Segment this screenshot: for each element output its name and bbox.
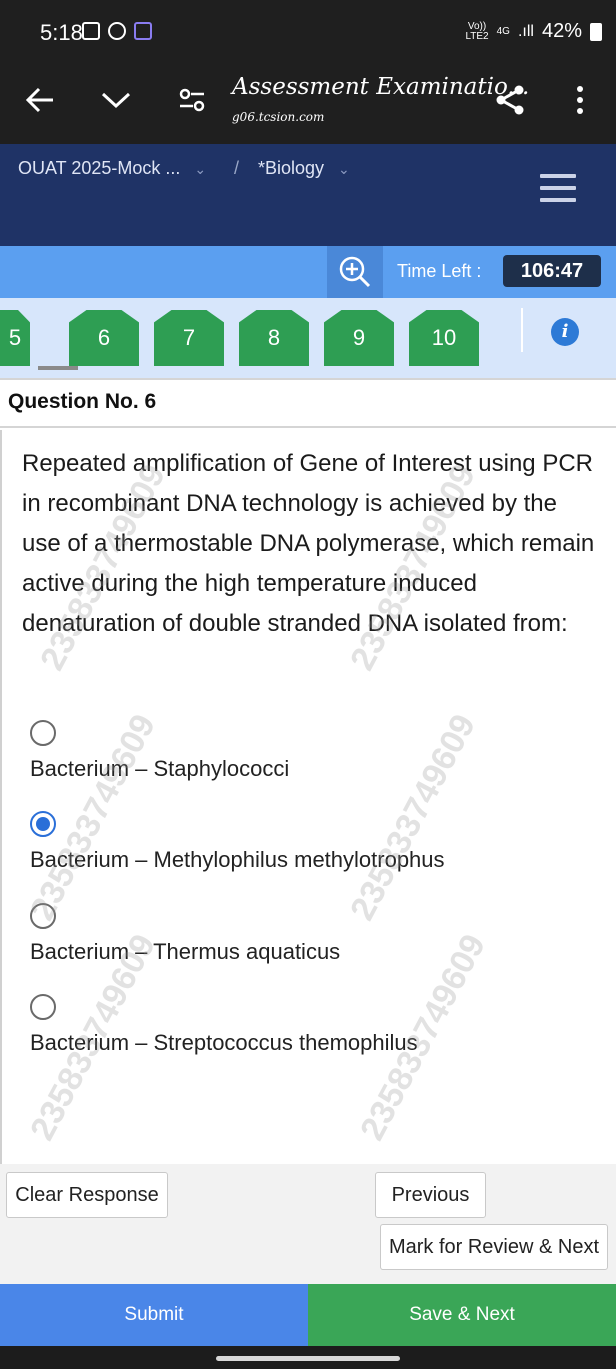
app-notification-icon [134,22,152,40]
question-panel: Question No. 6 Repeated amplification of… [0,378,616,1164]
clock: 5:18 [40,20,83,45]
exam-selector[interactable]: OUAT 2025-Mock ... ⌄ [18,158,206,179]
system-nav-bar [0,1346,616,1369]
question-number-button[interactable]: 7 [154,310,224,366]
status-bar: 5:18 Vo)) LTE2 4G .ıll 42% [0,0,616,62]
timer-bar: Time Left : 106:47 [0,246,616,298]
option-label: Bacterium – Methylophilus methylotrophus [30,847,445,872]
info-icon[interactable]: i [551,318,579,346]
zoom-in-icon[interactable] [327,246,383,298]
option-2[interactable]: Bacterium – Methylophilus methylotrophus [30,811,600,873]
option-1[interactable]: Bacterium – Staphylococci [30,720,600,782]
home-gesture-handle[interactable] [216,1356,400,1361]
time-left-value: 106:47 [503,255,601,287]
more-options-icon[interactable] [558,78,602,122]
radio-button[interactable] [30,994,56,1020]
gallery-icon [82,22,100,40]
question-palette: 5 6 7 8 9 10 i [0,298,616,378]
menu-icon[interactable] [540,174,576,204]
mark-for-review-button[interactable]: Mark for Review & Next [380,1224,608,1270]
radio-button-selected[interactable] [30,811,56,837]
battery-icon [590,22,602,41]
radio-button[interactable] [30,903,56,929]
question-number-button[interactable]: 5 [0,310,30,366]
question-text: Repeated amplification of Gene of Intere… [22,450,595,637]
option-label: Bacterium – Staphylococci [30,756,290,781]
divider [0,430,2,1164]
volte-indicator: Vo)) LTE2 [465,20,489,42]
option-3[interactable]: Bacterium – Thermus aquaticus [30,903,600,965]
question-heading: Question No. 6 [0,378,616,428]
question-number-button[interactable]: 9 [324,310,394,366]
divider [521,308,523,352]
previous-button[interactable]: Previous [375,1172,486,1218]
option-label: Bacterium – Streptococcus themophilus [30,1030,418,1055]
chevron-down-icon[interactable] [94,78,138,122]
action-bar: Clear Response Previous Mark for Review … [0,1164,616,1284]
signal-icon: .ıll [517,22,534,40]
page-url: g06.tcsion.com [232,110,325,124]
share-icon[interactable] [488,78,532,122]
site-settings-icon[interactable] [170,78,214,122]
clear-response-button[interactable]: Clear Response [6,1172,168,1218]
dnd-icon [108,22,126,40]
exam-nav: OUAT 2025-Mock ... ⌄ / *Biology ⌄ [0,144,616,246]
browser-toolbar: Assessment Examinatio... g06.tcsion.com [0,62,616,144]
network-gen: 4G [496,25,510,37]
time-left-label: Time Left : [397,261,482,281]
chevron-down-icon: ⌄ [194,161,207,177]
option-4[interactable]: Bacterium – Streptococcus themophilus [30,994,600,1056]
radio-button[interactable] [30,720,56,746]
current-question-indicator [38,366,78,370]
submit-button[interactable]: Submit [0,1284,308,1346]
question-number-button[interactable]: 10 [409,310,479,366]
back-arrow-icon[interactable] [18,78,62,122]
battery-level: 42% [541,20,582,42]
section-selector[interactable]: *Biology ⌄ [258,158,350,179]
question-number-button[interactable]: 6 [69,310,139,366]
breadcrumb-separator: / [234,158,240,178]
chevron-down-icon: ⌄ [338,161,350,177]
status-right: Vo)) LTE2 4G .ıll 42% [465,20,602,43]
page-title: Assessment Examinatio... [232,74,530,100]
option-label: Bacterium – Thermus aquaticus [30,939,341,964]
save-next-button[interactable]: Save & Next [308,1284,616,1346]
question-number-button[interactable]: 8 [239,310,309,366]
